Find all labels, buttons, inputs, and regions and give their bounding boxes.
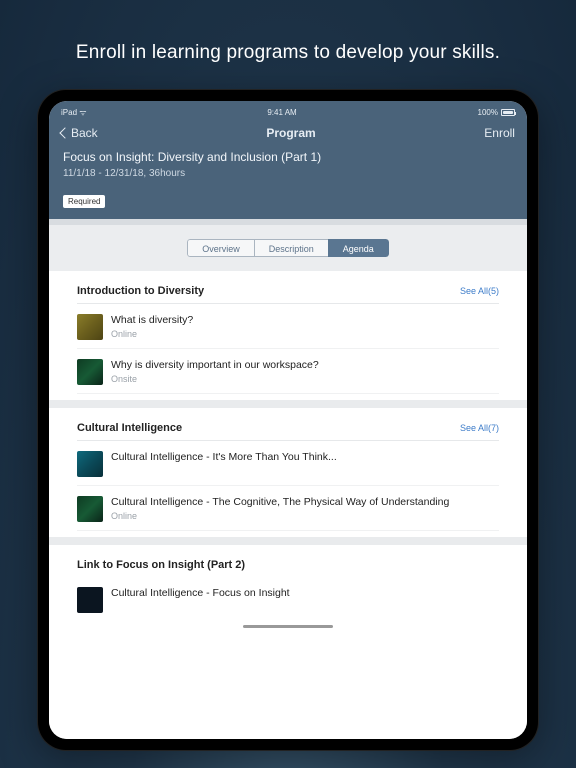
course-name: What is diversity? xyxy=(111,314,499,326)
list-item[interactable]: What is diversity? Online xyxy=(77,304,499,349)
status-battery-pct: 100% xyxy=(478,108,498,117)
tab-description[interactable]: Description xyxy=(254,239,329,257)
section-divider xyxy=(49,537,527,545)
tab-agenda[interactable]: Agenda xyxy=(328,239,389,257)
segmented-control: Overview Description Agenda xyxy=(187,239,389,257)
battery-icon xyxy=(501,109,515,116)
course-name: Cultural Intelligence - It's More Than Y… xyxy=(111,451,499,463)
course-thumb-icon xyxy=(77,451,103,477)
course-mode: Online xyxy=(111,329,499,339)
course-thumb-icon xyxy=(77,359,103,385)
tab-bar: Overview Description Agenda xyxy=(49,225,527,271)
app-header: iPad ᯤ 9:41 AM 100% Back Program Enroll … xyxy=(49,101,527,219)
see-all-link[interactable]: See All(5) xyxy=(460,286,499,296)
see-all-link[interactable]: See All(7) xyxy=(460,423,499,433)
section-cultural: Cultural Intelligence See All(7) Cultura… xyxy=(77,408,499,545)
list-item[interactable]: Cultural Intelligence - Focus on Insight xyxy=(77,577,499,621)
course-name: Why is diversity important in our worksp… xyxy=(111,359,499,371)
status-bar: iPad ᯤ 9:41 AM 100% xyxy=(49,101,527,120)
section-link: Link to Focus on Insight (Part 2) Cultur… xyxy=(77,545,499,628)
tab-overview[interactable]: Overview xyxy=(187,239,255,257)
page-title: Program xyxy=(266,126,315,140)
course-thumb-icon xyxy=(77,314,103,340)
section-title: Cultural Intelligence xyxy=(77,422,182,434)
course-mode: Online xyxy=(111,511,499,521)
marketing-headline: Enroll in learning programs to develop y… xyxy=(76,42,500,64)
home-indicator xyxy=(243,625,333,628)
section-divider xyxy=(49,400,527,408)
course-name: Cultural Intelligence - The Cognitive, T… xyxy=(111,496,499,508)
status-carrier: iPad ᯤ xyxy=(61,107,87,118)
program-subtitle: 11/1/18 - 12/31/18, 36hours xyxy=(63,168,513,179)
back-button[interactable]: Back xyxy=(61,126,98,140)
course-mode: Onsite xyxy=(111,374,499,384)
program-header: Focus on Insight: Diversity and Inclusio… xyxy=(49,150,527,189)
course-thumb-icon xyxy=(77,496,103,522)
section-intro: Introduction to Diversity See All(5) Wha… xyxy=(77,271,499,408)
agenda-content[interactable]: Introduction to Diversity See All(5) Wha… xyxy=(49,271,527,739)
course-name: Cultural Intelligence - Focus on Insight xyxy=(111,587,499,599)
program-title: Focus on Insight: Diversity and Inclusio… xyxy=(63,150,513,164)
section-title: Link to Focus on Insight (Part 2) xyxy=(77,559,245,571)
list-item[interactable]: Cultural Intelligence - It's More Than Y… xyxy=(77,441,499,486)
course-thumb-icon xyxy=(77,587,103,613)
enroll-button[interactable]: Enroll xyxy=(484,126,515,140)
tablet-screen: iPad ᯤ 9:41 AM 100% Back Program Enroll … xyxy=(49,101,527,739)
back-label: Back xyxy=(71,126,98,140)
list-item[interactable]: Cultural Intelligence - The Cognitive, T… xyxy=(77,486,499,531)
section-title: Introduction to Diversity xyxy=(77,285,204,297)
tablet-frame: iPad ᯤ 9:41 AM 100% Back Program Enroll … xyxy=(38,90,538,750)
list-item[interactable]: Why is diversity important in our worksp… xyxy=(77,349,499,394)
nav-bar: Back Program Enroll xyxy=(49,120,527,150)
chevron-left-icon xyxy=(59,127,70,138)
required-badge: Required xyxy=(63,195,105,208)
status-time: 9:41 AM xyxy=(267,108,296,117)
